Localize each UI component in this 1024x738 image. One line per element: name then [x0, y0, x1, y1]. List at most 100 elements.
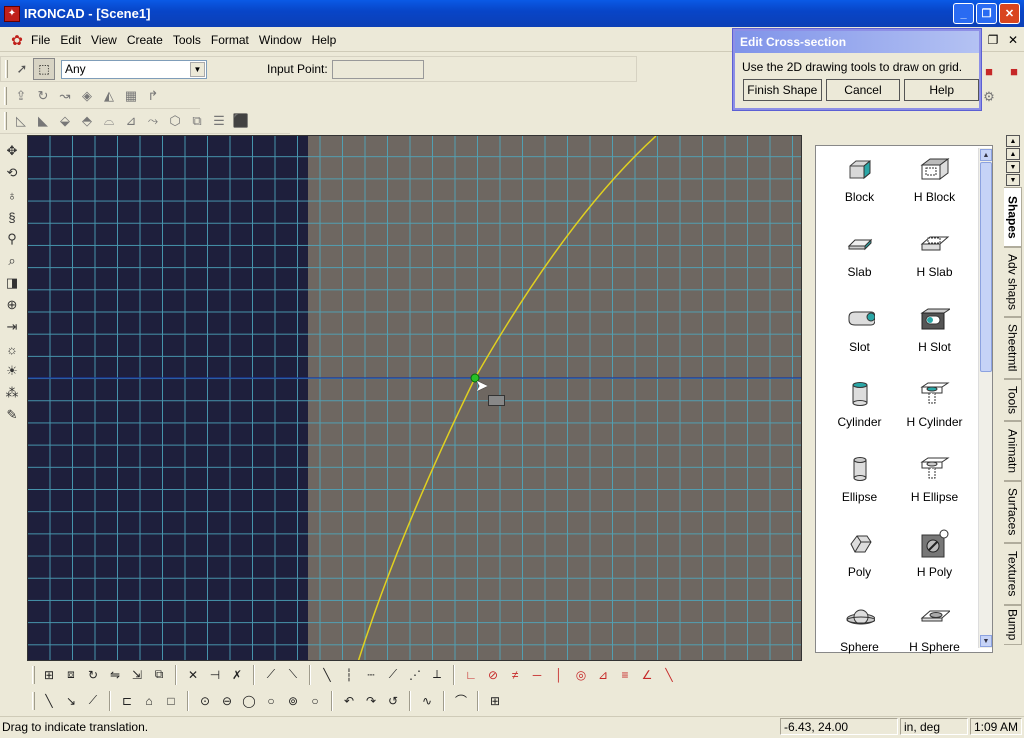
- rectangle-icon[interactable]: □: [160, 690, 182, 712]
- split-icon[interactable]: ⧉: [186, 110, 208, 132]
- catalog-item-h-slot[interactable]: H Slot: [897, 302, 972, 377]
- tab-shapes[interactable]: Shapes: [1004, 187, 1022, 247]
- minimize-button[interactable]: _: [953, 3, 974, 24]
- shell-icon[interactable]: ▦: [120, 85, 142, 107]
- table-icon[interactable]: ⊞: [38, 664, 60, 686]
- blend-edge-icon[interactable]: ⬙: [54, 110, 76, 132]
- ellipse-circle-icon[interactable]: ⊚: [282, 690, 304, 712]
- edit-sketch-icon[interactable]: ◺: [10, 110, 32, 132]
- tab-tools[interactable]: Tools: [1004, 379, 1022, 421]
- tab-surfaces[interactable]: Surfaces: [1004, 481, 1022, 543]
- perpendicular-line-icon[interactable]: ⟂: [426, 664, 448, 686]
- menu-window[interactable]: Window: [254, 33, 307, 47]
- menu-tools[interactable]: Tools: [168, 33, 206, 47]
- move-icon[interactable]: ✥: [0, 140, 24, 162]
- close-button[interactable]: ✕: [999, 3, 1020, 24]
- tangent-circle-icon[interactable]: ○: [260, 690, 282, 712]
- tab-next-icon[interactable]: ▼: [1006, 161, 1020, 173]
- two-point-rect-icon[interactable]: ⊏: [116, 690, 138, 712]
- input-point-field[interactable]: [331, 59, 424, 79]
- orbit-icon[interactable]: ⟲: [0, 162, 24, 184]
- concentric-constraint-icon[interactable]: ◎: [570, 664, 592, 686]
- pointer-icon[interactable]: ➚: [11, 58, 33, 80]
- help-button[interactable]: Help: [904, 79, 979, 101]
- catalog-item-ellipse[interactable]: Ellipse: [822, 452, 897, 527]
- vertical-line-icon[interactable]: ┆: [338, 664, 360, 686]
- rotate-icon[interactable]: ↻: [82, 664, 104, 686]
- arc-icon[interactable]: ↶: [338, 690, 360, 712]
- mdi-restore-icon[interactable]: ❐: [984, 32, 1002, 48]
- catalog-item-h-sphere[interactable]: H Sphere: [897, 602, 972, 677]
- move-curve-icon[interactable]: ⇲: [126, 664, 148, 686]
- tab-last-icon[interactable]: ▼: [1006, 174, 1020, 186]
- assembly-color-icon[interactable]: ■: [1003, 60, 1024, 82]
- equal-constraint-icon[interactable]: ≠: [504, 664, 526, 686]
- tab-animatn[interactable]: Animatn: [1004, 421, 1022, 481]
- light-icon[interactable]: ☼: [0, 338, 24, 360]
- face-move-icon[interactable]: ⤳: [142, 110, 164, 132]
- part-color-icon[interactable]: ■: [978, 60, 1000, 82]
- spline-icon[interactable]: ∿: [416, 690, 438, 712]
- show-constraints-icon[interactable]: ⟍: [282, 664, 304, 686]
- circle-icon[interactable]: ○: [304, 690, 326, 712]
- 3d-viewport[interactable]: ➤: [27, 135, 802, 661]
- menu-help[interactable]: Help: [307, 33, 342, 47]
- tangent-arc-line-icon[interactable]: ↘: [60, 690, 82, 712]
- catalog-item-h-poly[interactable]: H Poly: [897, 527, 972, 602]
- angled-line-icon[interactable]: ⟋: [382, 664, 404, 686]
- box-icon[interactable]: ⬛: [230, 110, 252, 132]
- two-point-circle-icon[interactable]: ⊖: [216, 690, 238, 712]
- rounded-rect-icon[interactable]: ⌂: [138, 690, 160, 712]
- feature-arrow-icon[interactable]: ↱: [142, 85, 164, 107]
- sweep-icon[interactable]: ↝: [54, 85, 76, 107]
- polyline-icon[interactable]: ⟋: [82, 690, 104, 712]
- show-dimensions-icon[interactable]: ⟋: [260, 664, 282, 686]
- chamfer-edge-icon[interactable]: ⬘: [76, 110, 98, 132]
- catalog-item-h-cylinder[interactable]: H Cylinder: [897, 377, 972, 452]
- ironcad-logo-icon[interactable]: ✦: [4, 5, 20, 22]
- tangent-line-icon[interactable]: ⋰: [404, 664, 426, 686]
- fix-constraint-icon[interactable]: ⊿: [592, 664, 614, 686]
- roll-icon[interactable]: ♁: [0, 184, 24, 206]
- lights-group-icon[interactable]: ⁂: [0, 382, 24, 404]
- menu-view[interactable]: View: [86, 33, 122, 47]
- stack-icon[interactable]: ☰: [208, 110, 230, 132]
- menu-create[interactable]: Create: [122, 33, 168, 47]
- menu-format[interactable]: Format: [206, 33, 254, 47]
- angle-constraint-icon[interactable]: ∟: [460, 664, 482, 686]
- target-icon[interactable]: ⊕: [0, 294, 24, 316]
- extend-icon[interactable]: ⊣: [204, 664, 226, 686]
- scroll-up-icon[interactable]: ▲: [980, 149, 992, 161]
- center-arc-icon[interactable]: ↺: [382, 690, 404, 712]
- vertical-constraint-icon[interactable]: │: [548, 664, 570, 686]
- catalog-item-h-ellipse[interactable]: H Ellipse: [897, 452, 972, 527]
- zoom-icon[interactable]: ⚲: [0, 228, 24, 250]
- catalog-item-h-block[interactable]: H Block: [897, 152, 972, 227]
- frame-icon[interactable]: ⧈: [60, 664, 82, 686]
- spin-view-icon[interactable]: §: [0, 206, 24, 228]
- trim-icon[interactable]: ✕: [182, 664, 204, 686]
- project-icon[interactable]: ⊞: [484, 690, 506, 712]
- parallel-constraint-icon[interactable]: ≡: [614, 664, 636, 686]
- tab-first-icon[interactable]: ▲: [1006, 135, 1020, 147]
- tab-adv-shaps[interactable]: Adv shaps: [1004, 247, 1022, 317]
- tab-textures[interactable]: Textures: [1004, 543, 1022, 605]
- slope-constraint-icon[interactable]: ╲: [658, 664, 680, 686]
- fillet-icon[interactable]: ⌓: [98, 110, 120, 132]
- three-point-circle-icon[interactable]: ◯: [238, 690, 260, 712]
- break-icon[interactable]: ✗: [226, 664, 248, 686]
- edit-shape-icon[interactable]: ◣: [32, 110, 54, 132]
- box-select-icon[interactable]: ⬚: [33, 58, 55, 80]
- render-icon[interactable]: ⚙: [978, 86, 1000, 108]
- tab-bump[interactable]: Bump: [1004, 605, 1022, 645]
- catalog-item-block[interactable]: Block: [822, 152, 897, 227]
- loft-icon[interactable]: ◈: [76, 85, 98, 107]
- spin-icon[interactable]: ↻: [32, 85, 54, 107]
- fillet-2d-icon[interactable]: ⌒: [450, 690, 472, 712]
- angle-dimension-icon[interactable]: ∠: [636, 664, 658, 686]
- fit-view-icon[interactable]: ⇥: [0, 316, 24, 338]
- mirror-icon[interactable]: ⇋: [104, 664, 126, 686]
- blend-icon[interactable]: ◭: [98, 85, 120, 107]
- dialog-title[interactable]: Edit Cross-section: [735, 31, 979, 53]
- smart-paint-icon[interactable]: ✎: [0, 404, 24, 426]
